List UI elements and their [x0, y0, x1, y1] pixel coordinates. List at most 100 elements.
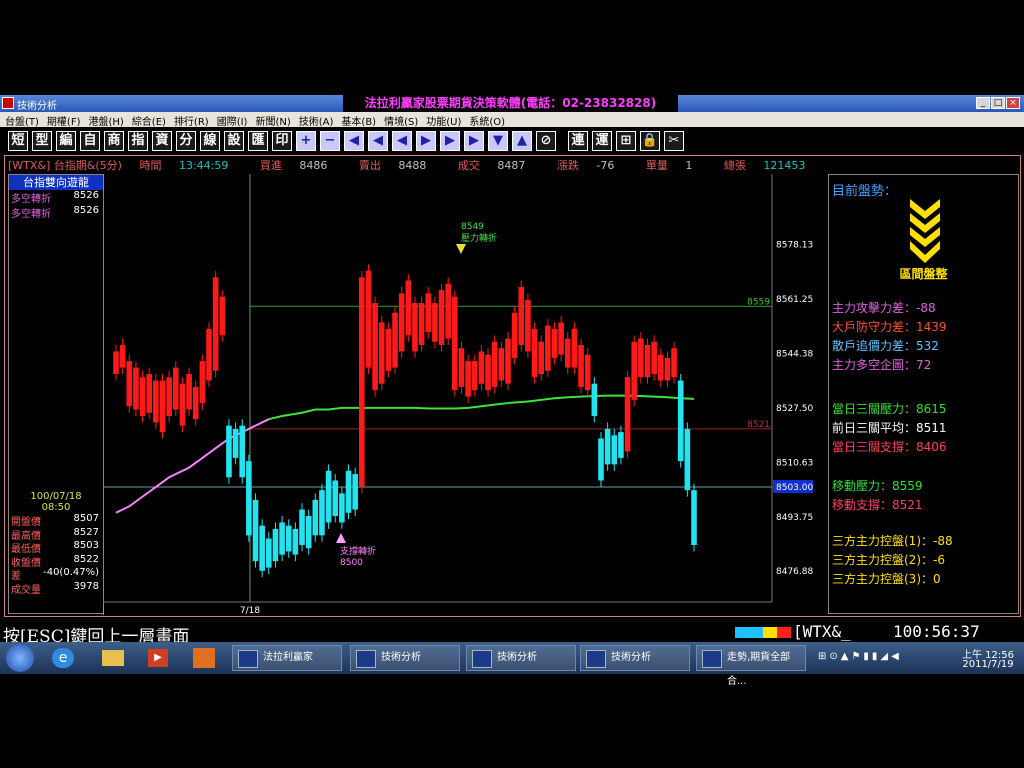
taskbar-item-label: 技術分析 [381, 652, 421, 663]
minimize-button[interactable]: _ [976, 97, 990, 109]
ie-icon[interactable]: e [52, 648, 74, 668]
media-player-icon[interactable]: ▶ [148, 649, 168, 667]
taskbar-item[interactable]: 走勢,期貨全部合... [696, 645, 806, 687]
toolbar-button-6[interactable]: 資 [152, 131, 172, 151]
toolbar-button-16[interactable]: ◀ [392, 131, 412, 151]
candle [299, 503, 305, 552]
candle [691, 483, 697, 552]
toolbar-button-7[interactable]: 分 [176, 131, 196, 151]
status-clock: 100:56:37 [893, 622, 980, 641]
candle [518, 280, 525, 352]
menu-item-5[interactable]: 國際(I) [212, 112, 251, 128]
candle [432, 296, 438, 349]
toolbar-button-10[interactable]: 匯 [248, 131, 268, 151]
toolbar-button-23[interactable]: 連 [568, 131, 588, 151]
toolbar-button-15[interactable]: ◀ [368, 131, 388, 151]
panel-time: 08:50 [41, 502, 71, 513]
stat-label: 最低價 [11, 544, 41, 555]
toolbar-button-24[interactable]: 運 [592, 131, 612, 151]
candle [226, 419, 232, 484]
toolbar-button-2[interactable]: 編 [56, 131, 76, 151]
toolbar-button-0[interactable]: 短 [8, 131, 28, 151]
explorer-icon[interactable] [102, 650, 124, 666]
candle [312, 493, 319, 542]
menu-item-2[interactable]: 港盤(H) [83, 112, 126, 128]
stat-label: 收盤價 [11, 557, 41, 569]
menu-item-3[interactable]: 綜合(E) [127, 112, 169, 128]
toolbar-button-9[interactable]: 設 [224, 131, 244, 151]
candle [538, 335, 544, 381]
toolbar-button-5[interactable]: 指 [128, 131, 148, 151]
candle [505, 332, 511, 391]
candle [325, 464, 332, 529]
window-titlebar: 技術分析 法拉利贏家股票期貨決策軟體(電話：02-23832828) _ □ × [0, 95, 1024, 112]
menu-item-11[interactable]: 系統(O) [464, 112, 508, 128]
indicator-line: 三方主力控盤(1)：-88 [832, 534, 953, 548]
maximize-button[interactable]: □ [991, 97, 1005, 109]
toolbar-button-1[interactable]: 型 [32, 131, 52, 151]
stat-label: 差 [11, 571, 21, 582]
candle [438, 283, 445, 352]
status-symbol: [WTX&_ [793, 622, 851, 641]
status-color-red [777, 627, 791, 638]
volume-label: 單量 1 [645, 159, 693, 172]
candle [591, 377, 598, 423]
toolbar-button-14[interactable]: ◀ [344, 131, 364, 151]
toolbar-button-3[interactable]: 自 [80, 131, 100, 151]
clock-date[interactable]: 2011/7/19 [958, 659, 1018, 670]
candle [345, 464, 352, 520]
menu-item-8[interactable]: 基本(B) [336, 112, 379, 128]
tray-icons[interactable]: ⊞⊙▲⚑▮▮◢◀ [818, 651, 902, 662]
candle [372, 296, 378, 397]
toolbar-button-18[interactable]: ▶ [440, 131, 460, 151]
current-price-tag-label: 8503.00 [776, 483, 813, 493]
toolbar-button-20[interactable]: ▼ [488, 131, 508, 151]
taskbar-item[interactable]: 技術分析 [350, 645, 460, 671]
menu-item-7[interactable]: 技術(A) [294, 112, 337, 128]
toolbar-button-11[interactable]: 印 [272, 131, 292, 151]
stat-value: 8503 [73, 540, 99, 551]
start-button[interactable] [6, 644, 34, 672]
chart-app-icon [472, 650, 492, 668]
deal-label: 成交 8487 [457, 159, 526, 172]
taskbar-item[interactable]: 技術分析 [466, 645, 576, 671]
toolbar-button-21[interactable]: ▲ [512, 131, 532, 151]
toolbar-button-19[interactable]: ▶ [464, 131, 484, 151]
toolbar-button-17[interactable]: ▶ [416, 131, 436, 151]
taskbar-item-label: 技術分析 [497, 652, 537, 663]
toolbar-button-8[interactable]: 線 [200, 131, 220, 151]
app-pinned-icon[interactable] [193, 648, 215, 668]
candlestick-chart[interactable]: 8559 8521 8578.13 8561.25 8544.38 8527.50 8510… [104, 174, 826, 616]
candle [644, 338, 651, 384]
stat-row: 收盤價 8522 [9, 554, 103, 569]
candle [531, 322, 538, 384]
toolbar-button-4[interactable]: 商 [104, 131, 124, 151]
app-banner: 法拉利贏家股票期貨決策軟體(電話：02-23832828) [343, 95, 678, 112]
menu-item-9[interactable]: 情境(S) [379, 112, 421, 128]
toolbar-button-13[interactable]: − [320, 131, 340, 151]
indicator-line: 主力攻擊力差：-88 [832, 301, 936, 315]
candle [133, 361, 139, 416]
menu-item-10[interactable]: 功能(U) [421, 112, 464, 128]
candle [166, 370, 172, 423]
candle [153, 374, 159, 429]
toolbar-button-25[interactable]: ⊞ [616, 131, 636, 151]
close-button[interactable]: × [1006, 97, 1020, 109]
taskbar-item[interactable]: 法拉利贏家 [232, 645, 342, 671]
y-tick-label: 8578.13 [776, 241, 813, 251]
status-color-cyan [735, 627, 763, 638]
toolbar-button-22[interactable]: ⊘ [536, 131, 556, 151]
menu-item-6[interactable]: 新聞(N) [250, 112, 293, 128]
menu-item-0[interactable]: 台盤(T) [0, 112, 42, 128]
toolbar-button-26[interactable]: 🔒 [640, 131, 660, 151]
toolbar-button-12[interactable]: + [296, 131, 316, 151]
menu-item-4[interactable]: 排行(R) [169, 112, 212, 128]
toolbar: 短型編自商指資分線設匯印 + − ◀ ◀ ◀ ▶ ▶ ▶ ▼ ▲ ⊘ 連運 ⊞ 🔒 ✂ [0, 128, 1024, 154]
menu-item-1[interactable]: 期權(F) [42, 112, 84, 128]
toolbar-button-27[interactable]: ✂ [664, 131, 684, 151]
candle [359, 270, 365, 494]
candle [252, 493, 259, 568]
stat-value: 8507 [73, 513, 99, 524]
x-tick-label: 7/18 [240, 606, 260, 616]
taskbar-item[interactable]: 技術分析 [580, 645, 690, 671]
